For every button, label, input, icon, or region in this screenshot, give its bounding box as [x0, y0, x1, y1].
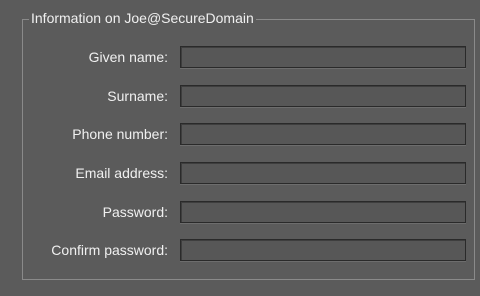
surname-field[interactable]	[180, 85, 466, 107]
confirm-password-field[interactable]	[180, 239, 466, 261]
password-field[interactable]	[180, 201, 466, 223]
given-name-field[interactable]	[180, 46, 466, 68]
password-label: Password:	[102, 204, 168, 220]
password-row: Password:	[0, 201, 480, 223]
given-name-row: Given name:	[0, 46, 480, 68]
user-info-panel: Information on Joe@SecureDomain Given na…	[0, 0, 480, 296]
email-address-label: Email address:	[75, 165, 168, 181]
confirm-password-label: Confirm password:	[51, 242, 168, 258]
confirm-password-row: Confirm password:	[0, 239, 480, 261]
given-name-label: Given name:	[88, 49, 168, 65]
phone-number-label: Phone number:	[72, 126, 168, 142]
email-address-field[interactable]	[180, 162, 466, 184]
groupbox-title: Information on Joe@SecureDomain	[29, 9, 256, 27]
surname-row: Surname:	[0, 85, 480, 107]
surname-label: Surname:	[107, 88, 168, 104]
email-address-row: Email address:	[0, 162, 480, 184]
phone-number-row: Phone number:	[0, 123, 480, 145]
phone-number-field[interactable]	[180, 123, 466, 145]
